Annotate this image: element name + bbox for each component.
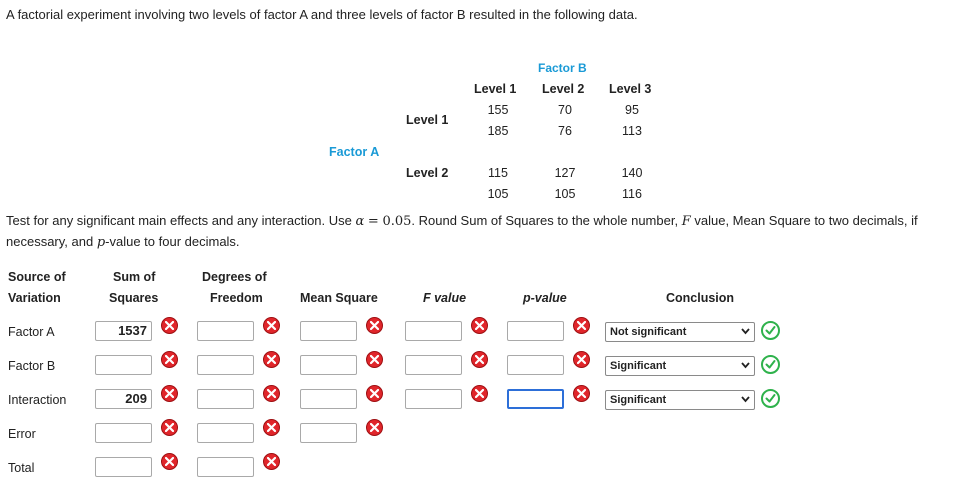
col-header-level-2: Level 2: [542, 82, 585, 96]
df-input-factor-a[interactable]: [197, 321, 254, 341]
data-cell: 185: [487, 124, 509, 138]
conclusion-select-interaction[interactable]: Significant: [605, 390, 755, 410]
x-circle-icon: [263, 385, 280, 402]
instructions-text: -value to four decimals.: [105, 234, 240, 249]
instructions-line-2: necessary, and p-value to four decimals.: [6, 234, 240, 250]
x-circle-icon: [263, 351, 280, 368]
header-ms: Mean Square: [300, 291, 378, 305]
x-circle-icon: [573, 385, 590, 402]
row-header-level-1: Level 1: [406, 113, 449, 127]
x-circle-icon: [573, 351, 590, 368]
chevron-down-icon: [741, 362, 750, 369]
x-circle-icon: [263, 317, 280, 334]
conclusion-value: Significant: [610, 360, 667, 372]
header-p: p-value: [523, 291, 567, 305]
header-ss: Sum of: [113, 270, 156, 284]
x-circle-icon: [471, 317, 488, 334]
header-f: F value: [423, 291, 467, 305]
x-circle-icon: [573, 317, 590, 334]
row-label-factor-b: Factor B: [8, 359, 56, 373]
conclusion-select-factor-a[interactable]: Not significant: [605, 322, 755, 342]
row-label-error: Error: [8, 427, 36, 441]
conclusion-select-factor-b[interactable]: Significant: [605, 356, 755, 376]
header-ss: Squares: [109, 291, 159, 305]
header-source: Variation: [8, 291, 61, 305]
x-circle-icon: [161, 351, 178, 368]
header-source: Source of: [8, 270, 66, 284]
f-symbol: F: [681, 214, 691, 229]
col-header-level-1: Level 1: [474, 82, 517, 96]
f-input-factor-b[interactable]: [405, 355, 462, 375]
x-circle-icon: [366, 385, 383, 402]
ms-input-factor-b[interactable]: [300, 355, 357, 375]
header-conclusion: Conclusion: [666, 291, 735, 305]
p-symbol: p: [96, 235, 106, 250]
check-circle-icon: [761, 321, 780, 340]
x-circle-icon: [161, 453, 178, 470]
check-circle-icon: [761, 389, 780, 408]
x-circle-icon: [471, 351, 488, 368]
alpha-symbol: α: [355, 214, 365, 229]
conclusion-value: Not significant: [610, 326, 687, 338]
ss-input-error[interactable]: [95, 423, 152, 443]
factor-a-label: Factor A: [329, 145, 380, 159]
data-cell: 140: [621, 166, 643, 180]
data-cell: 155: [487, 103, 509, 117]
ss-input-interaction[interactable]: 209: [95, 389, 152, 409]
df-input-factor-b[interactable]: [197, 355, 254, 375]
check-circle-icon: [761, 355, 780, 374]
chevron-down-icon: [741, 328, 750, 335]
ss-input-factor-b[interactable]: [95, 355, 152, 375]
instructions-line-1: Test for any significant main effects an…: [6, 213, 918, 229]
ms-input-factor-a[interactable]: [300, 321, 357, 341]
x-circle-icon: [366, 317, 383, 334]
x-circle-icon: [161, 317, 178, 334]
ss-input-total[interactable]: [95, 457, 152, 477]
data-cell: 105: [554, 187, 576, 201]
p-input-factor-b[interactable]: [507, 355, 564, 375]
x-circle-icon: [366, 419, 383, 436]
row-label-interaction: Interaction: [8, 393, 67, 407]
row-header-level-2: Level 2: [406, 166, 449, 180]
f-input-interaction[interactable]: [405, 389, 462, 409]
df-input-interaction[interactable]: [197, 389, 254, 409]
instructions-text: necessary, and: [6, 234, 94, 249]
factor-b-label: Factor B: [538, 61, 587, 75]
chevron-down-icon: [741, 396, 750, 403]
data-cell: 95: [625, 103, 639, 117]
data-cell: 115: [488, 166, 508, 180]
conclusion-value: Significant: [610, 394, 667, 406]
ms-input-error[interactable]: [300, 423, 357, 443]
df-input-error[interactable]: [197, 423, 254, 443]
problem-intro: A factorial experiment involving two lev…: [6, 7, 638, 22]
equals-sign: =: [367, 214, 379, 229]
x-circle-icon: [366, 351, 383, 368]
x-circle-icon: [161, 419, 178, 436]
ss-input-factor-a[interactable]: 1537: [95, 321, 152, 341]
alpha-value: 0.05: [382, 214, 412, 229]
p-input-interaction[interactable]: [507, 389, 564, 409]
data-cell: 127: [554, 166, 576, 180]
x-circle-icon: [263, 419, 280, 436]
data-cell: 116: [622, 187, 642, 201]
f-input-factor-a[interactable]: [405, 321, 462, 341]
ms-input-interaction[interactable]: [300, 389, 357, 409]
x-circle-icon: [471, 385, 488, 402]
p-input-factor-a[interactable]: [507, 321, 564, 341]
instructions-text: value, Mean Square to two decimals, if: [694, 213, 918, 228]
row-label-factor-a: Factor A: [8, 325, 55, 339]
x-circle-icon: [263, 453, 280, 470]
data-cell: 113: [622, 124, 642, 138]
instructions-text: Test for any significant main effects an…: [6, 213, 352, 228]
data-cell: 76: [558, 124, 572, 138]
x-circle-icon: [161, 385, 178, 402]
instructions-text: . Round Sum of Squares to the whole numb…: [411, 213, 679, 228]
df-input-total[interactable]: [197, 457, 254, 477]
data-cell: 70: [558, 103, 572, 117]
data-cell: 105: [487, 187, 509, 201]
header-df: Freedom: [210, 291, 263, 305]
header-df: Degrees of: [202, 270, 267, 284]
row-label-total: Total: [8, 461, 35, 475]
col-header-level-3: Level 3: [609, 82, 652, 96]
